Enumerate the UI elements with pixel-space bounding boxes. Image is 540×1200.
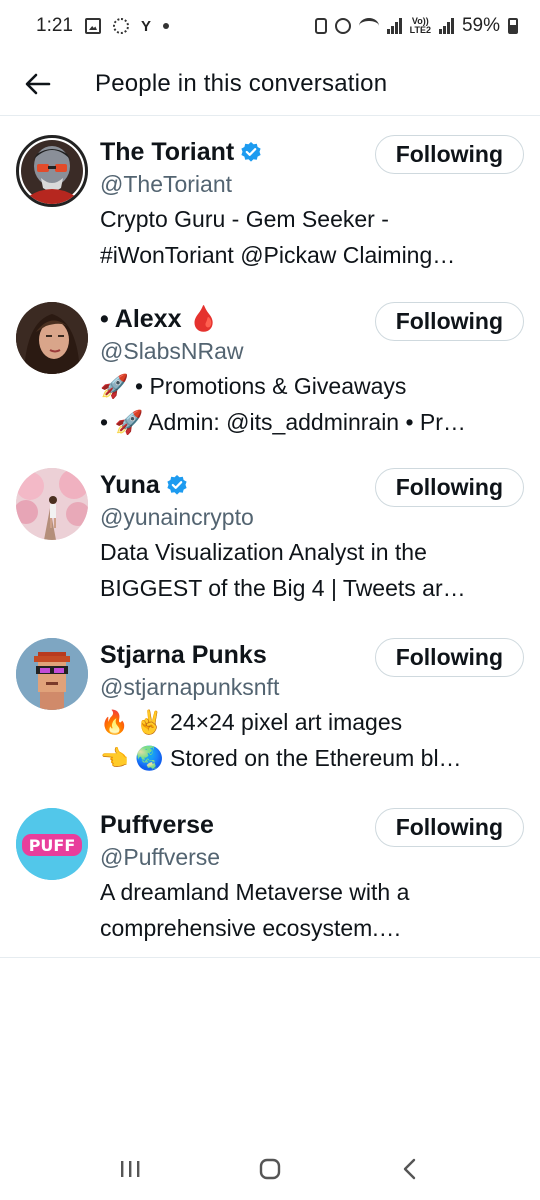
display-name: Stjarna Punks [100,640,267,669]
page-header: People in this conversation [0,52,540,116]
display-name: • Alexx 🩸 [100,304,220,333]
user-row-puffverse[interactable]: PUFF Puffverse @Puffverse A dreamland Me… [0,790,540,957]
display-name: Yuna [100,470,160,499]
following-button[interactable]: Following [374,808,524,847]
following-button[interactable]: Following [374,135,524,174]
user-row-stjarna-punks[interactable]: Stjarna Punks @stjarnapunksnft 🔥 ✌️ 24×2… [0,620,540,790]
display-name: Puffverse [100,810,214,839]
gallery-notification-icon [84,18,101,34]
bio-line-1: A dreamland Metaverse with a [100,879,410,905]
bio-line-2: • 🚀 Admin: @its_addminrain • Pr… [100,409,466,435]
yuna-avatar-art [16,468,88,540]
toriant-avatar-art [21,140,83,204]
bio-line-2: 👈 🌏 Stored on the Ethereum bl… [100,745,462,771]
alarm-icon [334,18,351,34]
verified-badge-icon [167,475,187,495]
puffverse-avatar-art: PUFF [16,808,88,880]
user-row-the-toriant[interactable]: The Toriant @TheToriant Crypto Guru - Ge… [0,117,540,284]
signal-2-icon [438,18,454,34]
bio-line-2: #iWonToriant @Pickaw Claiming… [100,242,456,268]
list-end-divider [0,957,540,958]
verified-badge-icon [241,142,261,162]
avatar[interactable] [16,638,88,710]
recent-apps-button[interactable] [100,1149,160,1189]
user-bio: 🚀 • Promotions & Giveaways • 🚀 Admin: @i… [100,368,524,440]
alexx-avatar-art [16,302,88,374]
user-row-yuna[interactable]: Yuna @yunaincrypto Data Visualization An… [0,450,540,620]
avatar[interactable] [16,302,88,374]
back-button[interactable] [10,56,66,112]
silent-icon [314,18,327,34]
stjarna-avatar-art [16,638,88,710]
lte-label: LTE2 [409,25,431,35]
wifi-icon [358,18,379,34]
avatar[interactable] [16,135,88,207]
status-bar: 1:21 Y Vo)) LTE2 59% [0,0,540,52]
bio-line-2: BIGGEST of the Big 4 | Tweets ar… [100,575,466,601]
following-button[interactable]: Following [374,302,524,341]
display-name: The Toriant [100,137,235,166]
page-title: People in this conversation [95,69,388,97]
system-nav-bar [0,1138,540,1200]
home-icon [259,1158,281,1180]
user-bio: 🔥 ✌️ 24×24 pixel art images 👈 🌏 Stored o… [100,704,524,776]
volte-indicator: Vo)) LTE2 [410,17,431,35]
puff-logo-text: PUFF [29,836,76,855]
user-bio: A dreamland Metaverse with a comprehensi… [100,874,524,946]
battery-icon [508,18,518,34]
following-button[interactable]: Following [374,638,524,677]
user-row-alexx[interactable]: • Alexx 🩸 @SlabsNRaw 🚀 • Promotions & Gi… [0,284,540,450]
battery-percent: 59% [461,15,500,36]
recent-apps-icon [121,1161,140,1177]
bio-line-1: 🚀 • Promotions & Giveaways [100,373,407,399]
user-bio: Crypto Guru - Gem Seeker - #iWonToriant … [100,201,524,273]
signal-1-icon [386,18,402,34]
bio-line-1: 🔥 ✌️ 24×24 pixel art images [100,709,403,735]
back-icon [403,1158,416,1180]
flower-notification-icon [112,18,129,34]
user-bio: Data Visualization Analyst in the BIGGES… [100,534,524,606]
bio-line-2: comprehensive ecosystem.… [100,915,402,941]
y-notification-icon: Y [140,17,151,35]
status-time: 1:21 [36,15,73,36]
user-list: The Toriant @TheToriant Crypto Guru - Ge… [0,117,540,957]
arrow-left-icon [25,73,51,94]
more-notifications-icon [163,23,169,29]
avatar[interactable] [16,468,88,540]
home-button[interactable] [240,1149,300,1189]
bio-line-1: Data Visualization Analyst in the [100,539,427,565]
avatar[interactable]: PUFF [16,808,88,880]
bio-line-1: Crypto Guru - Gem Seeker - [100,206,389,232]
system-back-button[interactable] [380,1149,440,1189]
following-button[interactable]: Following [374,468,524,507]
